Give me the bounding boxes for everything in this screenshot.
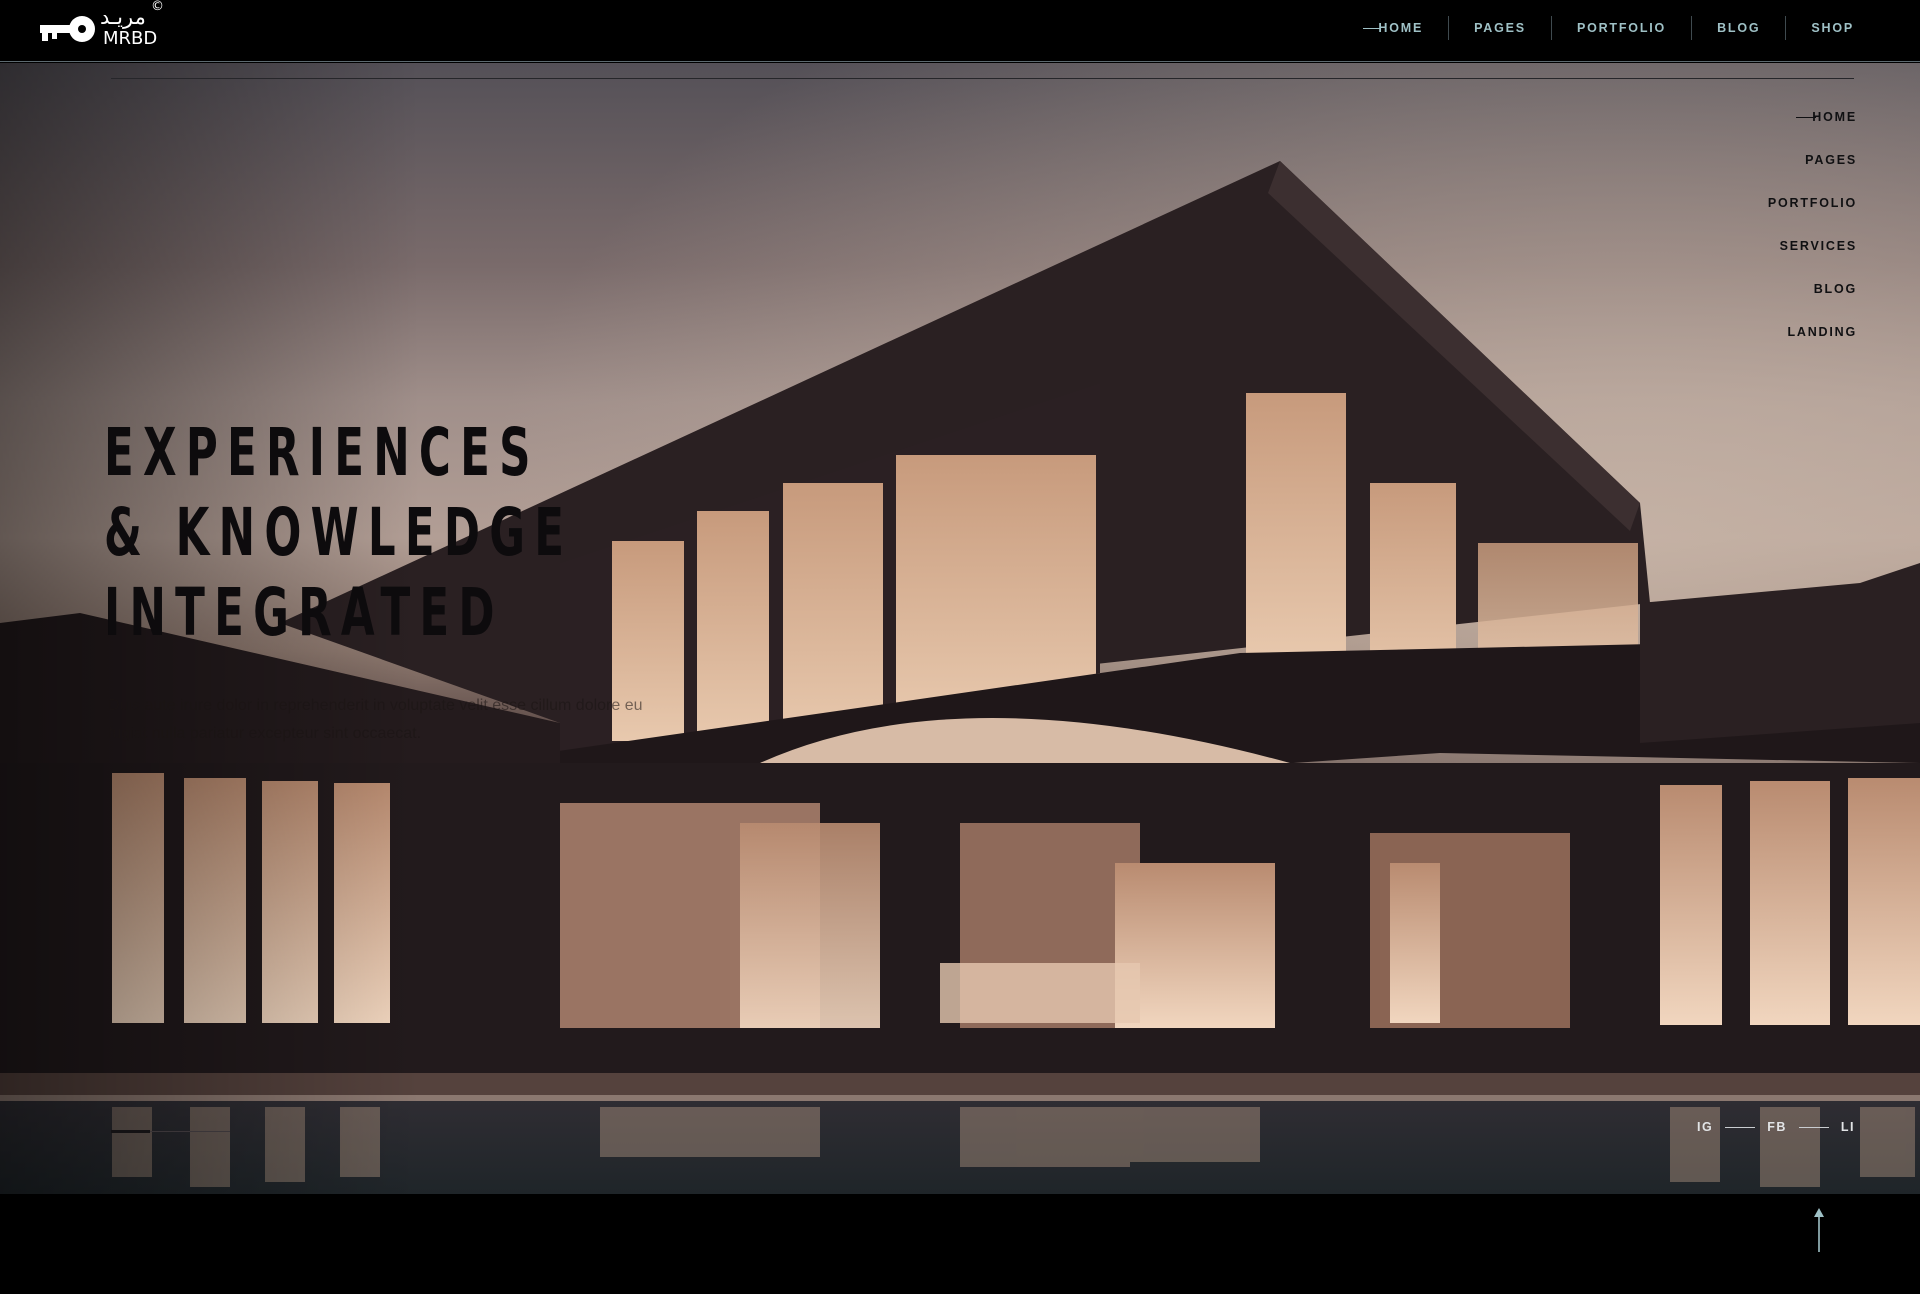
- side-navigation: HOME PAGES PORTFOLIO SERVICES BLOG LANDI…: [1768, 107, 1857, 365]
- social-links: IG FB LI: [1697, 1120, 1855, 1134]
- headline-line-3: INTEGRATED: [104, 574, 504, 651]
- hero-section: HOME PAGES PORTFOLIO SERVICES BLOG LANDI…: [0, 63, 1920, 1194]
- copyright-mark: ©: [151, 0, 164, 14]
- page-footer-band: [0, 1194, 1920, 1294]
- slide-progress-fill: [111, 1130, 151, 1133]
- social-link-facebook[interactable]: FB: [1767, 1120, 1787, 1134]
- side-nav-home[interactable]: HOME: [1768, 107, 1857, 150]
- headline-line-1: EXPERIENCES: [104, 414, 540, 491]
- arrow-up-icon[interactable]: [1812, 1208, 1826, 1252]
- side-nav-blog[interactable]: BLOG: [1768, 279, 1857, 322]
- top-nav-home[interactable]: HOME: [1353, 16, 1448, 40]
- brand-latin-name: MRBD: [103, 28, 158, 49]
- top-nav-shop[interactable]: SHOP: [1785, 16, 1920, 40]
- hero-headline: EXPERIENCES & KNOWLEDGE INTEGRATED: [104, 413, 566, 653]
- brand-arabic-name: مريـد: [100, 5, 146, 29]
- top-nav-pages[interactable]: PAGES: [1448, 16, 1551, 40]
- brand-logo[interactable]: مريـد MRBD ©: [40, 0, 170, 58]
- side-nav-portfolio[interactable]: PORTFOLIO: [1768, 193, 1857, 236]
- top-nav-portfolio[interactable]: PORTFOLIO: [1550, 16, 1691, 40]
- side-nav-services[interactable]: SERVICES: [1768, 236, 1857, 279]
- hero-subtext: Duis aute irure dolor in reprehenderit i…: [108, 697, 643, 742]
- top-nav-blog[interactable]: BLOG: [1691, 16, 1785, 40]
- social-divider: [1725, 1126, 1756, 1128]
- side-nav-pages[interactable]: PAGES: [1768, 150, 1857, 193]
- hero-top-divider: [111, 78, 1854, 79]
- social-link-linkedin[interactable]: LI: [1841, 1120, 1855, 1134]
- top-navigation: HOME PAGES PORTFOLIO BLOG SHOP: [1353, 0, 1920, 56]
- social-link-instagram[interactable]: IG: [1697, 1120, 1713, 1134]
- headline-line-2: & KNOWLEDGE: [104, 494, 574, 571]
- side-nav-landing[interactable]: LANDING: [1768, 322, 1857, 365]
- social-divider: [1798, 1126, 1829, 1128]
- top-bar: مريـد MRBD © HOME PAGES PORTFOLIO BLOG S…: [0, 0, 1920, 62]
- key-logo-icon: [40, 16, 95, 42]
- slide-progress-bar[interactable]: [111, 1130, 230, 1133]
